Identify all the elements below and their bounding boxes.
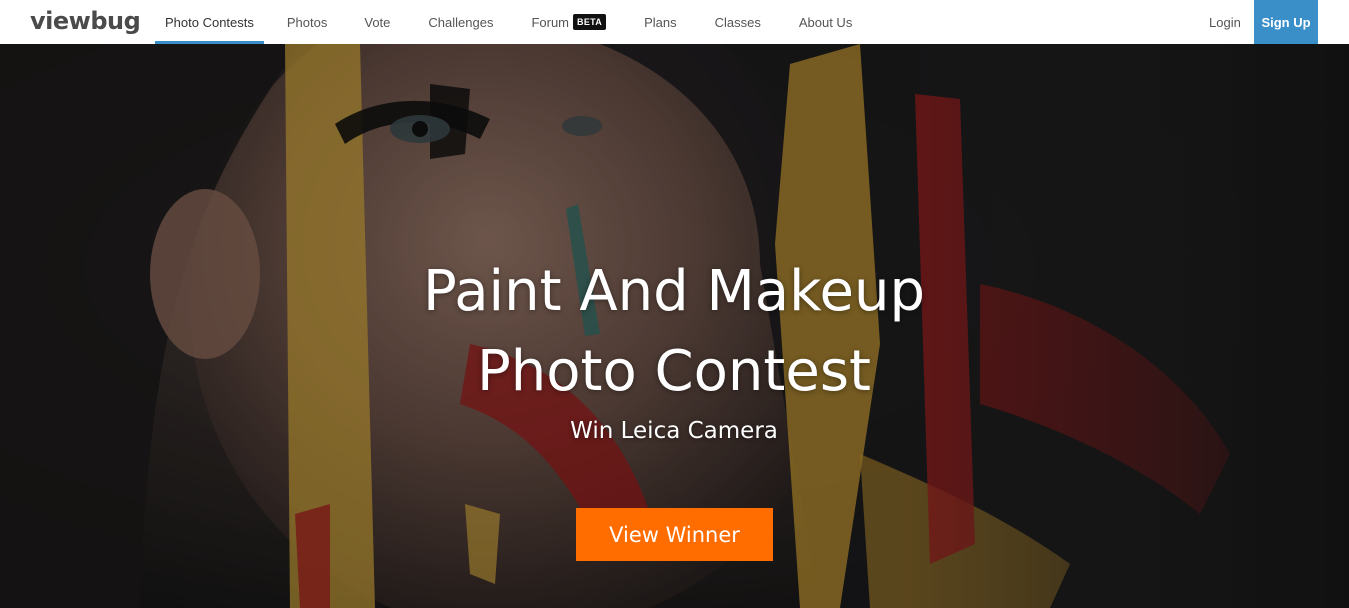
contest-title: Paint And Makeup Photo Contest	[324, 252, 1024, 412]
nav-plans[interactable]: Plans	[634, 0, 687, 44]
nav-challenges[interactable]: Challenges	[418, 0, 503, 44]
nav-photos[interactable]: Photos	[277, 0, 337, 44]
viewbug-logo[interactable]: viewbug	[30, 7, 141, 35]
beta-badge: BETA	[573, 14, 607, 30]
nav-classes[interactable]: Classes	[705, 0, 771, 44]
nav-photo-contests[interactable]: Photo Contests	[155, 0, 264, 44]
contest-hero: Paint And Makeup Photo Contest Win Leica…	[0, 44, 1349, 608]
nav-photos-label: Photos	[286, 14, 328, 30]
signup-button[interactable]: Sign Up	[1254, 0, 1318, 44]
view-winner-button[interactable]: View Winner	[576, 508, 773, 561]
nav-about-us-label: About Us	[798, 14, 853, 30]
main-menu: Photo Contests Photos Vote Challenges Fo…	[155, 0, 862, 44]
nav-challenges-label: Challenges	[428, 14, 494, 30]
top-navbar: viewbug Photo Contests Photos Vote Chall…	[0, 0, 1349, 44]
nav-photo-contests-label: Photo Contests	[165, 14, 254, 30]
contest-title-line2: Photo Contest	[477, 339, 871, 404]
nav-about-us[interactable]: About Us	[789, 0, 862, 44]
nav-forum-label: Forum	[531, 14, 570, 30]
contest-title-line1: Paint And Makeup	[422, 259, 926, 324]
nav-classes-label: Classes	[714, 14, 761, 30]
login-link[interactable]: Login	[1209, 0, 1241, 44]
nav-vote[interactable]: Vote	[354, 0, 400, 44]
nav-plans-label: Plans	[644, 14, 677, 30]
nav-forum[interactable]: Forum BETA	[521, 0, 616, 44]
contest-prize: Win Leica Camera	[570, 418, 778, 444]
nav-vote-label: Vote	[364, 14, 391, 30]
